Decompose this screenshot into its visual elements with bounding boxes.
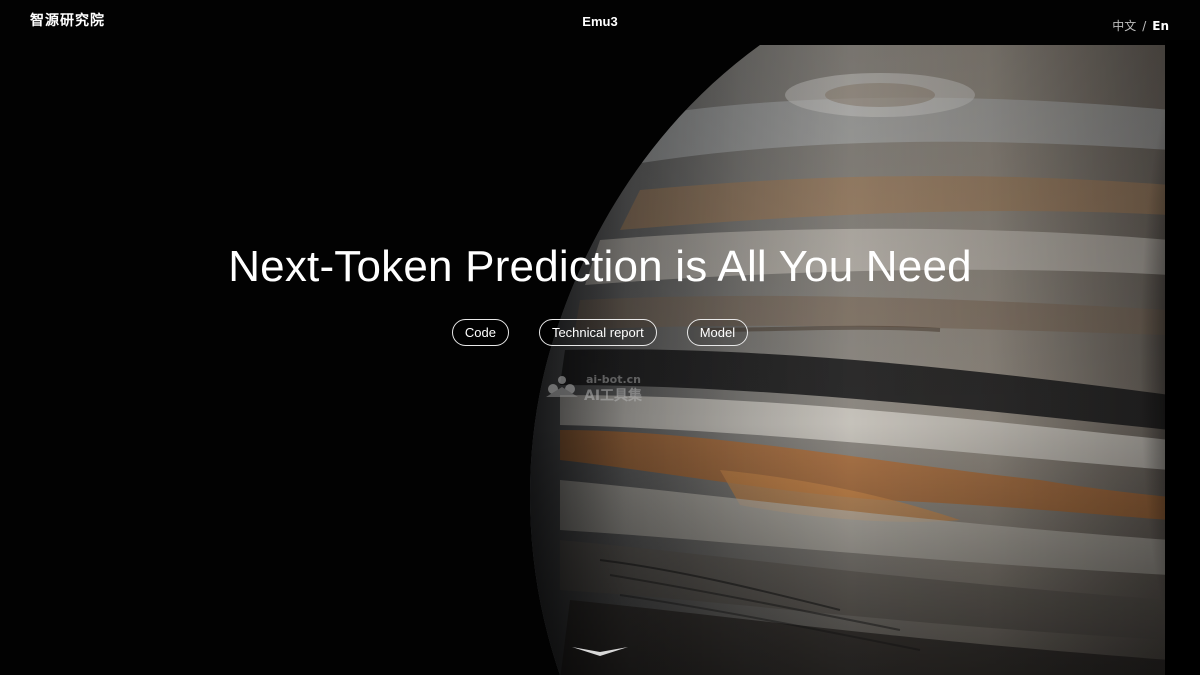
code-button[interactable]: Code <box>451 319 509 346</box>
watermark-text: AI工具集 <box>584 388 643 404</box>
model-button[interactable]: Model <box>686 319 749 346</box>
scroll-down-button[interactable] <box>570 644 630 660</box>
chevron-down-icon <box>572 647 628 656</box>
technical-report-button[interactable]: Technical report <box>538 319 657 346</box>
brand-logo[interactable]: 智源研究院 <box>30 10 105 30</box>
watermark: ai-bot.cn AI工具集 <box>544 373 664 404</box>
lang-separator: / <box>1142 19 1147 33</box>
page: 智源研究院 Emu3 中文 / En Next-Token Prediction i… <box>0 0 1200 675</box>
site-title[interactable]: Emu3 <box>582 14 617 29</box>
hero-button-row: Code Technical report Model <box>0 319 1200 346</box>
watermark-logo-icon <box>546 376 578 397</box>
language-switcher: 中文 / En <box>1112 17 1169 34</box>
header: 智源研究院 Emu3 中文 / En <box>0 0 1200 44</box>
lang-option-en[interactable]: En <box>1152 19 1169 33</box>
site-title-wrap: Emu3 <box>0 14 1200 29</box>
lang-option-zh[interactable]: 中文 <box>1112 19 1136 33</box>
hero-title: Next-Token Prediction is All You Need <box>228 242 972 291</box>
